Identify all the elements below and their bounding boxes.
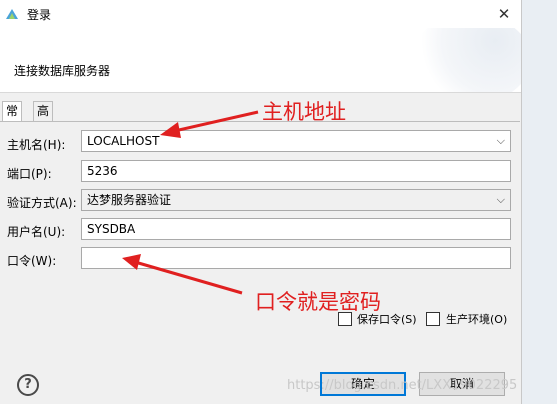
password-annotation: 口令就是密码	[255, 290, 381, 314]
annotation-arrows	[122, 110, 259, 295]
host-arrow	[160, 110, 259, 138]
watermark: https://blog.csdn.net/LXX19022295	[287, 378, 518, 393]
host-annotation: 主机地址	[262, 100, 346, 124]
password-arrow	[122, 254, 243, 295]
